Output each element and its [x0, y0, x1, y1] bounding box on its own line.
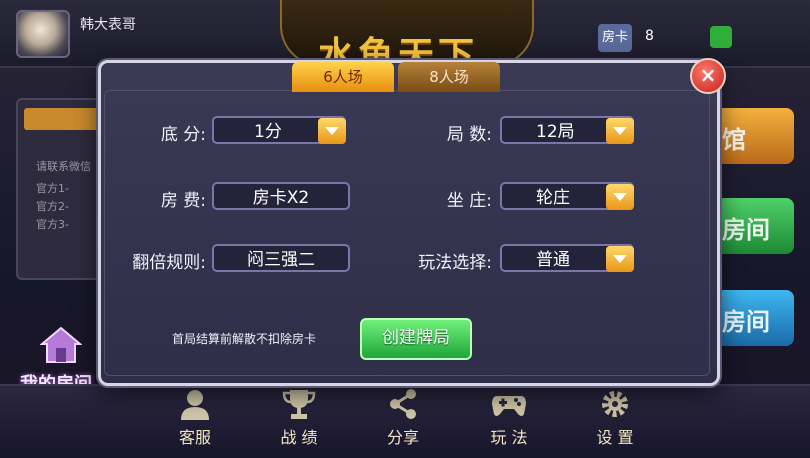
notice-line: 官方1- — [36, 182, 69, 195]
nav-label: 玩 法 — [490, 428, 528, 447]
add-card-button[interactable] — [710, 26, 732, 48]
join-room-label: 房间 — [722, 308, 770, 336]
close-button[interactable]: × — [690, 58, 726, 94]
room-fee-label: 房 费: — [160, 191, 206, 211]
nav-record[interactable]: 战 绩 — [264, 388, 334, 448]
gear-icon — [602, 391, 628, 417]
rounds-label: 局 数: — [446, 125, 492, 145]
nav-settings[interactable]: 设 置 — [580, 388, 650, 448]
nav-label: 设 置 — [596, 428, 634, 447]
play-mode-label: 玩法选择: — [418, 253, 492, 273]
nav-label: 客服 — [178, 428, 211, 447]
base-score-label: 底 分: — [160, 125, 206, 145]
share-icon — [390, 389, 416, 419]
double-rule-value: 闷三强二 — [212, 244, 350, 272]
avatar[interactable] — [16, 10, 70, 58]
nav-share[interactable]: 分享 — [368, 388, 438, 448]
club-button-label: 馆 — [722, 126, 746, 154]
nav-label: 战 绩 — [280, 428, 318, 447]
room-card-badge: 房卡 — [598, 24, 632, 52]
dissolve-note: 首局结算前解散不扣除房卡 — [172, 332, 317, 346]
nav-service[interactable]: 客服 — [160, 388, 230, 448]
notice-panel-header — [24, 108, 104, 130]
tab-8-players[interactable]: 8人场 — [398, 62, 500, 92]
chevron-down-icon[interactable] — [606, 246, 634, 272]
person-icon — [181, 390, 209, 420]
room-card-count: 8 — [645, 28, 654, 44]
chevron-down-icon[interactable] — [606, 118, 634, 144]
house-icon[interactable] — [40, 326, 82, 364]
notice-line: 请联系微信 — [36, 160, 91, 173]
banker-label: 坐 庄: — [446, 191, 492, 211]
notice-line: 官方2- — [36, 200, 69, 213]
chevron-down-icon[interactable] — [318, 118, 346, 144]
create-game-button[interactable]: 创建牌局 — [360, 318, 472, 360]
create-room-label: 房间 — [722, 216, 770, 244]
nav-label: 分享 — [386, 428, 419, 447]
gamepad-icon — [492, 396, 526, 416]
tab-6-players[interactable]: 6人场 — [292, 62, 394, 92]
nav-rules[interactable]: 玩 法 — [474, 388, 544, 448]
trophy-icon — [282, 390, 316, 419]
notice-line: 官方3- — [36, 218, 69, 231]
chevron-down-icon[interactable] — [606, 184, 634, 210]
double-rule-label: 翻倍规则: — [132, 253, 206, 273]
room-fee-value: 房卡X2 — [212, 182, 350, 210]
username: 韩大表哥 — [80, 17, 136, 33]
